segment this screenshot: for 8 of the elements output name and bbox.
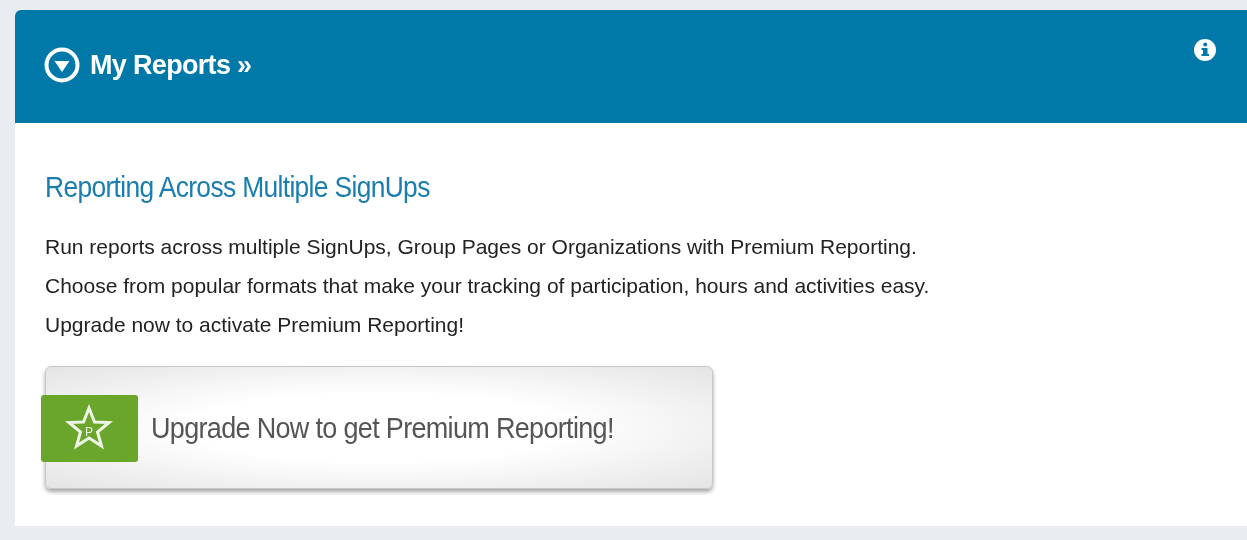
collapse-toggle-icon[interactable] (44, 47, 80, 84)
description-text: Upgrade now to activate Premium Reporting! (45, 312, 466, 338)
info-icon[interactable] (1193, 38, 1217, 62)
star-badge-icon: P (41, 395, 138, 462)
section-heading: Reporting Across Multiple SignUps (45, 169, 430, 205)
description-text: Choose from popular formats that make your tracking of participation, hours and activities easy. (45, 273, 930, 299)
description-text: Run reports across multiple SignUps, Group Pages or Organizations with Premium Reporting. (45, 234, 918, 260)
panel-title[interactable]: My Reports » (90, 45, 252, 86)
